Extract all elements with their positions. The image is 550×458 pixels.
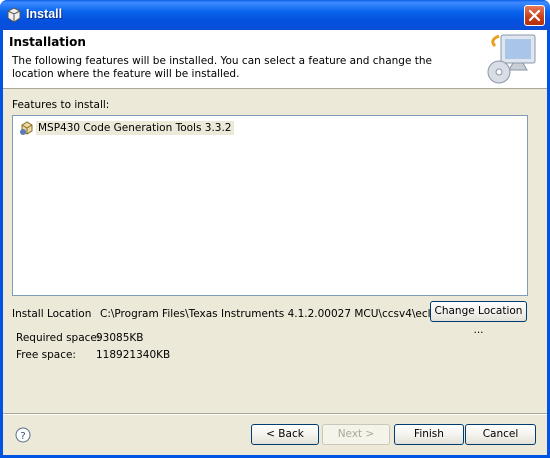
free-space-label: Free space: [16,349,76,361]
free-space-value: 118921340KB [96,349,171,361]
feature-label: MSP430 Code Generation Tools 3.3.2 [36,121,234,135]
finish-button[interactable]: Finish [394,424,464,445]
required-space-value: 93085KB [96,332,144,344]
page-description: The following features will be installed… [12,55,432,80]
change-location-button[interactable]: Change Location ... [430,301,527,336]
install-location-path: C:\Program Files\Texas Instruments 4.1.2… [100,308,453,320]
install-location-label: Install Location [12,308,92,320]
required-space-label: Required space: [16,332,101,344]
title-bar[interactable]: Install [0,0,550,30]
page-title: Installation [9,35,86,49]
separator [3,413,547,415]
close-button[interactable] [524,5,545,26]
list-item[interactable]: MSP430 Code Generation Tools 3.3.2 [19,120,234,136]
features-label: Features to install: [12,99,110,111]
back-button[interactable]: < Back [251,424,319,445]
dialog-body: Installation The following features will… [3,30,547,455]
install-window: Install Installation The following featu… [0,0,550,458]
help-icon[interactable]: ? [15,427,31,443]
computer-cd-icon [487,34,536,84]
wizard-header: Installation The following features will… [3,30,547,89]
window-title: Install [26,7,63,21]
features-list[interactable]: MSP430 Code Generation Tools 3.3.2 [12,115,528,296]
cancel-button[interactable]: Cancel [465,424,536,445]
install-icon [6,7,22,23]
feature-package-icon [19,120,35,136]
next-button[interactable]: Next > [322,424,390,445]
svg-text:?: ? [20,431,25,442]
close-icon [528,9,541,22]
